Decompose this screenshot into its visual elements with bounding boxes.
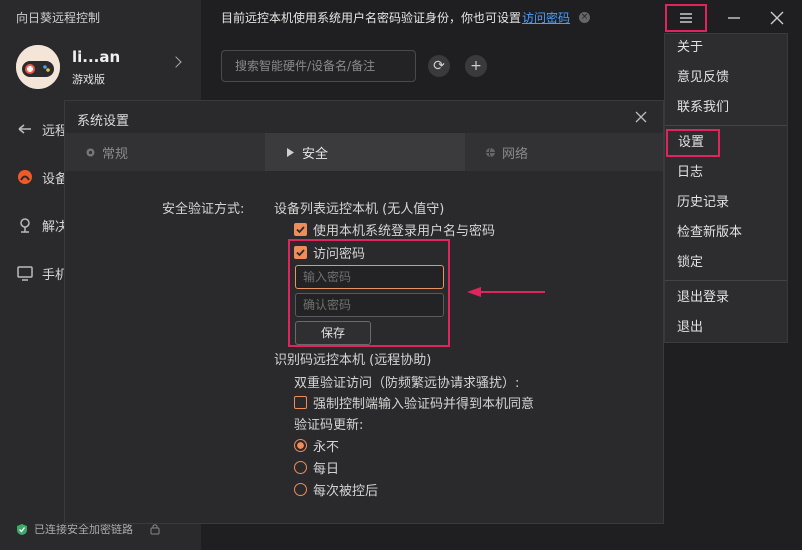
menu-item-feedback[interactable]: 意见反馈	[665, 64, 787, 92]
hamburger-icon	[680, 13, 692, 23]
menu-divider	[665, 125, 787, 126]
app-title: 向日葵远程控制	[16, 11, 101, 25]
settings-dialog: 系统设置 常规 安全 网络 安全验证方式: 设备列表远控本机 (无人值守) 使用…	[64, 100, 664, 524]
tab-general[interactable]: 常规	[65, 133, 265, 171]
tab-network[interactable]: 网络	[465, 133, 665, 171]
menu-item-contact[interactable]: 联系我们	[665, 94, 787, 122]
menu-item-about[interactable]: 关于	[665, 34, 787, 62]
access-password-link[interactable]: 访问密码	[522, 9, 570, 26]
menu-item-check-update[interactable]: 检查新版本	[665, 219, 787, 247]
radio-after-each-control[interactable]: 每次被控后	[294, 480, 378, 499]
sunflower-icon	[18, 170, 32, 184]
security-method-label: 安全验证方式:	[162, 202, 245, 217]
password-input[interactable]: 输入密码	[295, 265, 444, 289]
access-password-option[interactable]: 访问密码	[294, 243, 365, 262]
option-label: 使用本机系统登录用户名与密码	[313, 224, 496, 239]
add-icon[interactable]: +	[465, 55, 487, 77]
check-icon	[296, 226, 305, 234]
radio-label: 永不	[313, 440, 340, 455]
user-edition: 游戏版	[72, 73, 105, 86]
radio-unselected[interactable]	[294, 483, 307, 496]
main-menu: 关于 意见反馈 联系我们 设置 日志 历史记录 检查新版本 锁定 退出登录 退出	[664, 33, 788, 343]
avatar[interactable]	[16, 45, 60, 89]
section-assist-title: 识别码远控本机 (远程协助)	[274, 353, 432, 368]
radio-never[interactable]: 永不	[294, 436, 339, 455]
radio-daily[interactable]: 每日	[294, 458, 339, 477]
option-label: 访问密码	[313, 247, 366, 262]
monitor-icon	[17, 266, 33, 281]
tab-label: 网络	[502, 146, 529, 162]
check-icon	[296, 249, 305, 257]
force-code-option[interactable]: 强制控制端输入验证码并得到本机同意	[294, 393, 534, 412]
user-name: li...an	[72, 48, 121, 66]
code-update-label: 验证码更新:	[294, 418, 364, 433]
menu-item-exit[interactable]: 退出	[665, 314, 787, 342]
tab-label: 安全	[302, 146, 329, 162]
gear-icon	[86, 148, 95, 156]
menu-item-settings[interactable]: 设置	[666, 129, 720, 157]
security-icon	[287, 147, 294, 157]
menu-item-log[interactable]: 日志	[665, 159, 787, 187]
lock-icon[interactable]	[149, 523, 161, 535]
tab-security[interactable]: 安全	[265, 133, 465, 171]
section-unattended-title: 设备列表远控本机 (无人值守)	[274, 202, 445, 217]
tab-label: 常规	[102, 146, 129, 162]
globe-icon	[486, 147, 495, 157]
checkbox-checked[interactable]	[294, 246, 307, 259]
option-label: 强制控制端输入验证码并得到本机同意	[313, 397, 535, 412]
checkbox-unchecked[interactable]	[294, 396, 307, 409]
radio-label: 每日	[313, 462, 340, 477]
sidebar-item-remote[interactable]: 远程	[16, 118, 68, 140]
notice-bar: 目前远控本机使用系统用户名密码验证身份，你也可设置 访问密码 ×	[221, 9, 591, 26]
menu-button[interactable]	[665, 4, 707, 32]
sidebar-item-mobile[interactable]: 手机	[16, 262, 68, 284]
arrow-annotation	[467, 287, 545, 297]
menu-item-history[interactable]: 历史记录	[665, 189, 787, 217]
sidebar-item-devices[interactable]: 设备	[16, 166, 68, 188]
close-window-icon[interactable]	[768, 10, 786, 26]
minimize-icon[interactable]	[724, 10, 744, 26]
menu-item-lock[interactable]: 锁定	[665, 249, 787, 277]
refresh-icon[interactable]: ⟳	[428, 55, 450, 77]
dual-verify-label: 双重验证访问（防频繁远协请求骚扰）:	[294, 376, 520, 391]
notice-text: 目前远控本机使用系统用户名密码验证身份，你也可设置	[221, 11, 522, 25]
search-input[interactable]: 搜索智能硬件/设备名/备注	[221, 50, 416, 82]
radio-selected[interactable]	[294, 439, 307, 452]
dialog-close-icon[interactable]	[633, 109, 649, 125]
sidebar-item-solutions[interactable]: 解决	[16, 214, 68, 236]
remote-icon	[18, 124, 31, 134]
close-notice-icon[interactable]: ×	[579, 12, 591, 23]
gamepad-icon	[16, 45, 60, 89]
solution-icon	[20, 218, 30, 233]
checkbox-checked[interactable]	[294, 223, 307, 236]
save-button[interactable]: 保存	[295, 321, 371, 345]
shield-check-icon	[17, 523, 27, 535]
menu-divider	[665, 280, 787, 281]
confirm-password-input[interactable]: 确认密码	[295, 293, 444, 317]
radio-unselected[interactable]	[294, 461, 307, 474]
system-login-option[interactable]: 使用本机系统登录用户名与密码	[294, 220, 495, 239]
menu-item-logout[interactable]: 退出登录	[665, 284, 787, 312]
chevron-right-icon[interactable]	[170, 56, 182, 68]
dialog-title: 系统设置	[77, 114, 130, 129]
radio-label: 每次被控后	[313, 484, 379, 499]
settings-tabs: 常规 安全 网络	[65, 133, 663, 171]
